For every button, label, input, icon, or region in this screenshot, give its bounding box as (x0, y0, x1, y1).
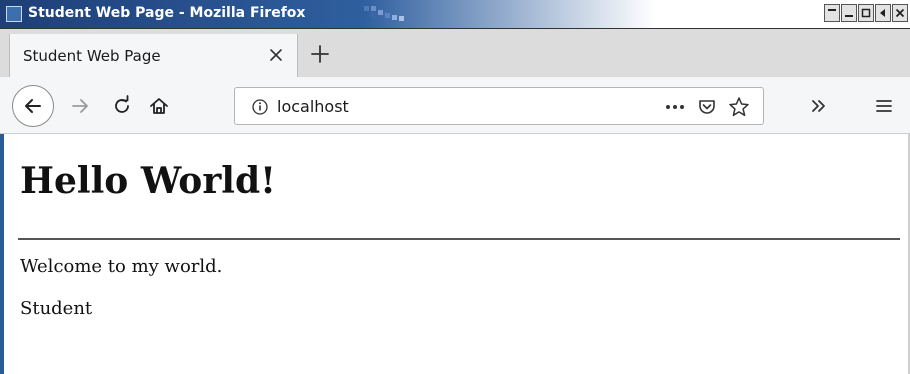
menu-button[interactable] (869, 91, 899, 121)
tab-label: Student Web Page (23, 47, 161, 65)
window-shade-icon (828, 9, 836, 11)
back-arrow-icon (25, 99, 41, 113)
bookmark-button[interactable] (727, 96, 751, 118)
more-horizontal-icon (666, 105, 684, 109)
star-icon (729, 97, 749, 117)
student-paragraph: Student (20, 298, 93, 319)
window-close-icon (895, 8, 905, 18)
window-maximize-button[interactable] (858, 4, 874, 22)
url-text[interactable]: localhost (277, 97, 349, 116)
window-pin-button[interactable] (875, 4, 891, 22)
window-title: Student Web Page - Mozilla Firefox (28, 5, 306, 21)
page-actions-button[interactable] (663, 96, 687, 118)
page-heading: Hello World! (20, 160, 276, 202)
minimize-icon (845, 15, 853, 17)
reload-button[interactable] (107, 91, 137, 121)
welcome-paragraph: Welcome to my world. (20, 256, 223, 277)
overflow-button[interactable] (804, 91, 834, 121)
window-left-border (0, 134, 4, 374)
navigation-toolbar: localhost (0, 77, 910, 134)
home-icon (150, 98, 168, 114)
double-chevron-icon (812, 100, 825, 112)
plus-icon[interactable] (308, 42, 332, 66)
maximize-icon (861, 8, 871, 18)
info-icon[interactable] (251, 98, 269, 116)
window-titlebar[interactable]: Student Web Page - Mozilla Firefox (0, 0, 910, 29)
pocket-button[interactable] (695, 96, 719, 118)
page-content: Hello World! Welcome to my world. Studen… (0, 134, 910, 374)
forward-arrow-icon (72, 99, 88, 113)
home-button[interactable] (144, 91, 174, 121)
window-shade-button[interactable] (824, 4, 840, 22)
horizontal-rule (18, 238, 900, 240)
url-bar[interactable]: localhost (234, 87, 764, 125)
window-icon[interactable] (6, 6, 22, 22)
tab-student-web-page[interactable]: Student Web Page (9, 34, 298, 78)
tab-strip: Student Web Page (0, 29, 910, 78)
back-button[interactable] (12, 85, 54, 127)
window-minimize-button[interactable] (841, 4, 857, 22)
forward-button[interactable] (65, 91, 95, 121)
hamburger-menu-icon (876, 100, 892, 112)
reload-icon (115, 95, 129, 113)
pocket-icon (699, 100, 715, 114)
titlebar-decoration (364, 6, 404, 21)
close-icon[interactable] (265, 44, 287, 66)
window-close-button[interactable] (892, 4, 908, 22)
pin-icon (880, 9, 885, 17)
